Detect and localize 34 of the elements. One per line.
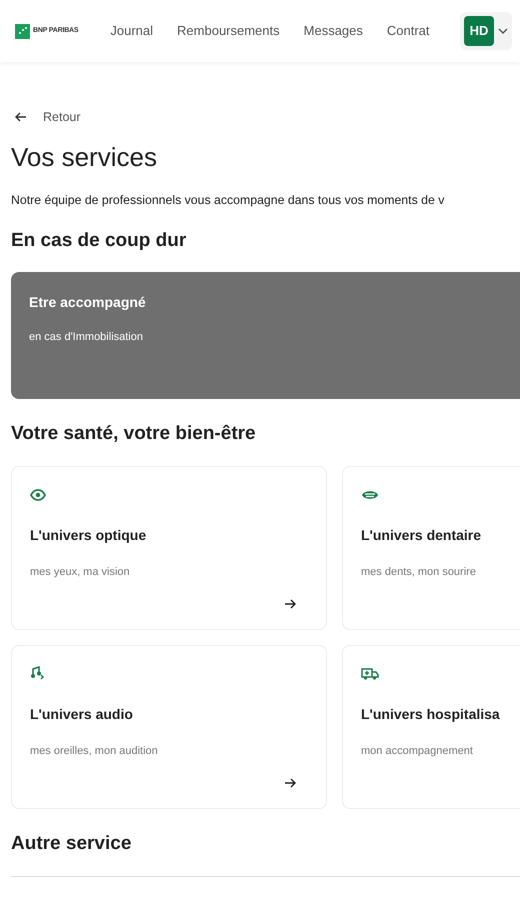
- service-card[interactable]: L'univers dentaire mes dents, mon sourire: [342, 466, 520, 630]
- card-title: L'univers audio: [30, 705, 134, 724]
- section-heading: Votre santé, votre bien-être: [11, 423, 257, 446]
- back-arrow-icon: [15, 112, 27, 122]
- service-card[interactable]: L'univers audio mes oreilles, mon audition: [11, 645, 327, 810]
- card-title: L'univers dentaire: [361, 526, 482, 546]
- back-link[interactable]: Retour: [15, 108, 81, 126]
- nav-link[interactable]: Messages: [304, 21, 363, 41]
- service-banner[interactable]: Etre accompagné en cas d'Immobilisation: [11, 272, 520, 400]
- banner-title: Etre accompagné: [29, 293, 147, 312]
- intro-text: Notre équipe de professionnels vous accompagne dans tous vos moments de v: [11, 192, 446, 210]
- nav-link[interactable]: Remboursements: [177, 21, 280, 41]
- section-heading: En cas de coup dur: [11, 230, 188, 252]
- card-subtitle: mes oreilles, mon audition: [30, 744, 159, 760]
- ambulance-icon: [361, 667, 379, 680]
- music-note-icon: [30, 666, 44, 680]
- card-subtitle: mes dents, mon sourire: [361, 565, 477, 580]
- avatar: HD: [464, 16, 494, 46]
- card-title: L'univers optique: [30, 526, 148, 546]
- chevron-down-icon: [498, 28, 508, 34]
- service-card[interactable]: L'univers hospitalisa mon accompagnement: [342, 645, 520, 810]
- card-title: L'univers hospitalisa: [361, 705, 501, 724]
- nav-link[interactable]: Contrat: [386, 21, 430, 41]
- card-subtitle: mes yeux, ma vision: [30, 565, 131, 580]
- mouth-icon: [361, 489, 379, 502]
- page-title: Vos services: [11, 142, 158, 174]
- eye-icon: [30, 489, 46, 502]
- nav-link[interactable]: Journal: [110, 21, 154, 41]
- section-heading: Autre service: [11, 833, 132, 856]
- card-subtitle: mon accompagnement: [361, 744, 474, 760]
- service-card[interactable]: L'univers optique mes yeux, ma vision: [11, 466, 327, 630]
- banner-subtitle: en cas d'Immobilisation: [29, 330, 144, 346]
- logo-icon: [15, 24, 30, 38]
- user-menu-button[interactable]: HD: [460, 12, 512, 50]
